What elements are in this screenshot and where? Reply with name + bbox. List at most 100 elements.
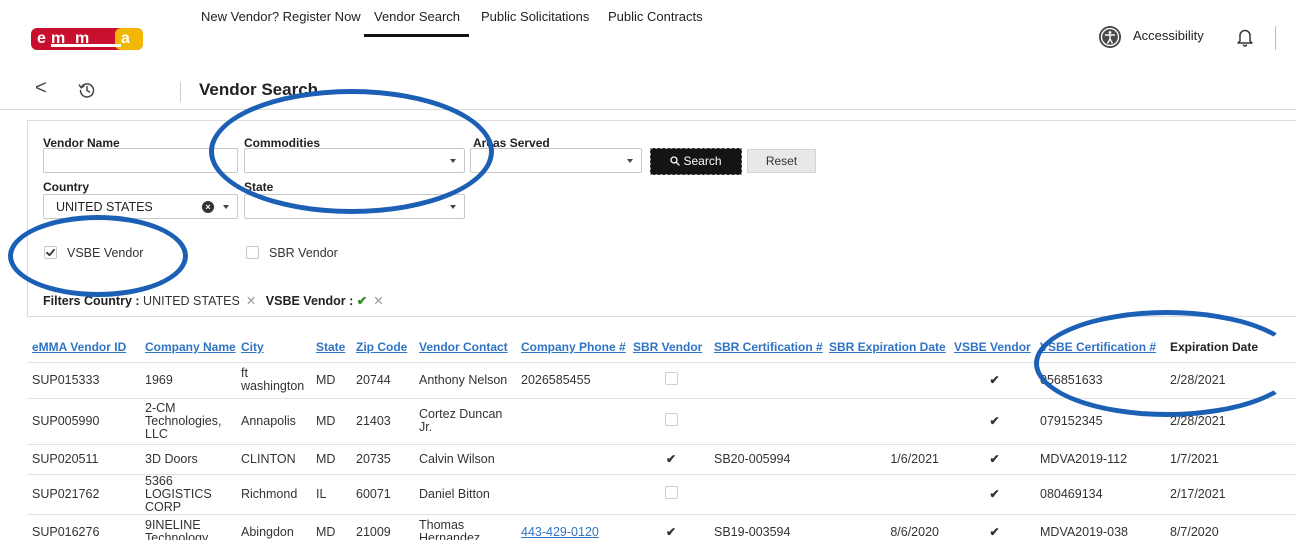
col-header-sbr-exp[interactable]: SBR Expiration Date bbox=[824, 332, 949, 363]
accessibility-icon[interactable] bbox=[1099, 26, 1121, 48]
table-row[interactable]: SUP016276 9INELINE Technology Abingdon M… bbox=[27, 514, 1296, 540]
clear-icon[interactable]: × bbox=[202, 201, 214, 213]
cell-phone bbox=[516, 444, 628, 475]
cell-city: ft washington bbox=[236, 362, 311, 399]
col-header-company-name[interactable]: Company Name bbox=[140, 332, 236, 363]
cell-vendor-id: SUP021762 bbox=[27, 474, 140, 515]
cell-zip: 21009 bbox=[351, 514, 414, 540]
svg-text:m: m bbox=[75, 30, 89, 47]
cell-phone: 443-429-0120 bbox=[516, 514, 628, 540]
check-icon: ✔ bbox=[989, 486, 1000, 501]
cell-sbr-exp bbox=[824, 398, 949, 445]
cell-vsbe-vendor: ✔ bbox=[949, 474, 1035, 515]
remove-filter-icon[interactable]: ✕ bbox=[246, 294, 256, 308]
annotation-ellipse-commodities bbox=[209, 89, 494, 214]
filter-vsbe-key: VSBE Vendor : bbox=[265, 294, 354, 308]
accessibility-label[interactable]: Accessibility bbox=[1133, 28, 1204, 43]
cell-sbr-cert bbox=[709, 474, 824, 515]
col-header-sbr-vendor[interactable]: SBR Vendor bbox=[628, 332, 709, 363]
cell-zip: 20735 bbox=[351, 444, 414, 475]
chevron-down-icon bbox=[450, 205, 456, 209]
chevron-down-icon bbox=[223, 205, 229, 209]
sbr-vendor-label[interactable]: SBR Vendor bbox=[269, 246, 338, 260]
cell-city: Abingdon bbox=[236, 514, 311, 540]
col-header-state[interactable]: State bbox=[311, 332, 351, 363]
cell-city: CLINTON bbox=[236, 444, 311, 475]
check-icon: ✔ bbox=[989, 413, 1000, 428]
reset-button[interactable]: Reset bbox=[747, 149, 816, 173]
remove-filter-icon[interactable]: ✕ bbox=[373, 294, 383, 308]
cell-vsbe-vendor: ✔ bbox=[949, 444, 1035, 475]
svg-text:e: e bbox=[37, 30, 46, 47]
cell-state: IL bbox=[311, 474, 351, 515]
cell-state: MD bbox=[311, 398, 351, 445]
header-divider bbox=[1275, 26, 1276, 50]
sbr-vendor-checkbox[interactable] bbox=[246, 246, 259, 259]
cell-sbr-exp bbox=[824, 362, 949, 399]
nav-public-contracts[interactable]: Public Contracts bbox=[608, 9, 703, 24]
cell-zip: 21403 bbox=[351, 398, 414, 445]
sbr-checkbox bbox=[664, 486, 678, 499]
cell-vendor-id: SUP020511 bbox=[27, 444, 140, 475]
col-header-vendor-contact[interactable]: Vendor Contact bbox=[414, 332, 516, 363]
cell-company: 9INELINE Technology bbox=[140, 514, 236, 540]
check-icon: ✔ bbox=[989, 524, 1000, 539]
phone-link[interactable]: 443-429-0120 bbox=[521, 525, 599, 539]
nav-register[interactable]: New Vendor? Register Now bbox=[201, 9, 361, 24]
col-header-zip[interactable]: Zip Code bbox=[351, 332, 414, 363]
emma-logo[interactable]: e m m a bbox=[31, 26, 143, 52]
svg-text:m: m bbox=[51, 30, 65, 47]
cell-vsbe-cert: MDVA2019-112 bbox=[1035, 444, 1165, 475]
cell-contact: Calvin Wilson bbox=[414, 444, 516, 475]
cell-contact: Daniel Bitton bbox=[414, 474, 516, 515]
search-icon bbox=[670, 156, 681, 166]
cell-phone bbox=[516, 398, 628, 445]
cell-state: MD bbox=[311, 444, 351, 475]
col-header-vsbe-vendor[interactable]: VSBE Vendor bbox=[949, 332, 1035, 363]
country-label: Country bbox=[43, 180, 89, 194]
areas-served-select[interactable] bbox=[470, 148, 642, 173]
cell-company: 1969 bbox=[140, 362, 236, 399]
title-separator bbox=[180, 82, 181, 102]
col-header-vendor-id[interactable]: eMMA Vendor ID bbox=[27, 332, 140, 363]
cell-vendor-id: SUP015333 bbox=[27, 362, 140, 399]
cell-company: 3D Doors bbox=[140, 444, 236, 475]
cell-expiration: 1/7/2021 bbox=[1165, 444, 1296, 475]
col-header-company-phone[interactable]: Company Phone # bbox=[516, 332, 628, 363]
cell-vsbe-vendor: ✔ bbox=[949, 514, 1035, 540]
cell-vsbe-cert: 080469134 bbox=[1035, 474, 1165, 515]
check-icon: ✔ bbox=[665, 451, 677, 466]
nav-public-solicitations[interactable]: Public Solicitations bbox=[481, 9, 589, 24]
cell-vsbe-vendor: ✔ bbox=[949, 398, 1035, 445]
col-header-sbr-cert[interactable]: SBR Certification # bbox=[709, 332, 824, 363]
history-icon[interactable] bbox=[78, 81, 96, 99]
cell-vendor-id: SUP005990 bbox=[27, 398, 140, 445]
cell-contact: Cortez Duncan Jr. bbox=[414, 398, 516, 445]
cell-sbr-vendor bbox=[628, 362, 709, 399]
table-row[interactable]: SUP020511 3D Doors CLINTON MD 20735 Calv… bbox=[27, 444, 1296, 475]
country-select[interactable]: UNITED STATES × bbox=[43, 194, 238, 219]
cell-phone: 2026585455 bbox=[516, 362, 628, 399]
bell-icon[interactable] bbox=[1236, 27, 1254, 47]
table-row[interactable]: SUP021762 5366 LOGISTICS CORP Richmond I… bbox=[27, 474, 1296, 515]
cell-sbr-cert: SB20-005994 bbox=[709, 444, 824, 475]
annotation-ellipse-vsbe-cert bbox=[1034, 310, 1296, 417]
cell-city: Richmond bbox=[236, 474, 311, 515]
cell-sbr-exp bbox=[824, 474, 949, 515]
active-nav-indicator bbox=[364, 34, 469, 37]
check-icon: ✔ bbox=[989, 372, 1000, 387]
cell-zip: 20744 bbox=[351, 362, 414, 399]
cell-expiration: 8/7/2020 bbox=[1165, 514, 1296, 540]
cell-company: 5366 LOGISTICS CORP bbox=[140, 474, 236, 515]
search-button-label: Search bbox=[683, 154, 722, 168]
search-button[interactable]: Search bbox=[650, 148, 742, 175]
filter-country-value: UNITED STATES bbox=[143, 294, 240, 308]
cell-vsbe-vendor: ✔ bbox=[949, 362, 1035, 399]
cell-sbr-exp: 8/6/2020 bbox=[824, 514, 949, 540]
filters-label: Filters bbox=[43, 294, 81, 308]
back-arrow-icon[interactable]: < bbox=[35, 77, 47, 100]
col-header-city[interactable]: City bbox=[236, 332, 311, 363]
cell-vsbe-cert: MDVA2019-038 bbox=[1035, 514, 1165, 540]
nav-vendor-search[interactable]: Vendor Search bbox=[374, 9, 460, 24]
cell-zip: 60071 bbox=[351, 474, 414, 515]
